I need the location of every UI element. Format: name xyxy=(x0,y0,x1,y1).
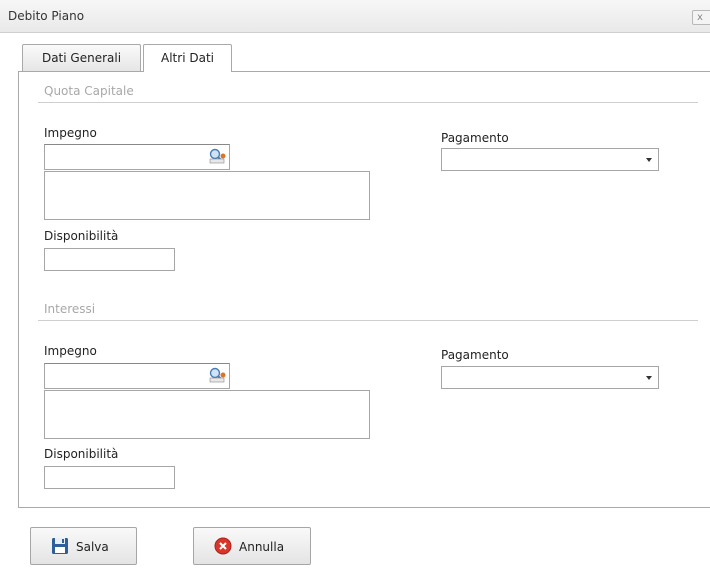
close-button[interactable]: x xyxy=(692,10,710,25)
pagamento-select[interactable] xyxy=(441,366,659,389)
impegno-input[interactable] xyxy=(44,363,230,389)
window-title: Debito Piano xyxy=(8,9,85,23)
chevron-down-icon[interactable] xyxy=(646,376,652,380)
disponibilita-field xyxy=(44,248,175,271)
impegno-description[interactable] xyxy=(44,171,370,220)
pagamento-select[interactable] xyxy=(441,148,659,171)
chevron-down-icon[interactable] xyxy=(646,158,652,162)
window-titlebar: Debito Piano x xyxy=(0,0,710,33)
disponibilita-label: Disponibilità xyxy=(44,447,119,461)
pagamento-label: Pagamento xyxy=(441,348,509,362)
disponibilita-label: Disponibilità xyxy=(44,229,119,243)
disponibilita-field xyxy=(44,466,175,489)
pagamento-label: Pagamento xyxy=(441,131,509,145)
tab-panel xyxy=(18,71,710,508)
cancel-button[interactable]: Annulla xyxy=(193,527,311,565)
impegno-input[interactable] xyxy=(44,144,230,170)
section-divider xyxy=(38,320,698,321)
cancel-button-label: Annulla xyxy=(239,540,285,554)
tab-dati-generali[interactable]: Dati Generali xyxy=(22,44,141,71)
impegno-description[interactable] xyxy=(44,390,370,439)
save-button-label: Salva xyxy=(76,540,109,554)
tab-altri-dati[interactable]: Altri Dati xyxy=(143,44,232,72)
impegno-label: Impegno xyxy=(44,344,97,358)
impegno-label: Impegno xyxy=(44,126,97,140)
red-x-circle-icon xyxy=(214,537,232,558)
section-title-interessi: Interessi xyxy=(44,302,96,316)
floppy-disk-icon xyxy=(51,537,69,558)
section-title-quota-capitale: Quota Capitale xyxy=(44,84,134,98)
search-lookup-icon[interactable] xyxy=(208,148,226,164)
search-lookup-icon[interactable] xyxy=(208,367,226,383)
section-divider xyxy=(38,102,698,103)
save-button[interactable]: Salva xyxy=(30,527,137,565)
